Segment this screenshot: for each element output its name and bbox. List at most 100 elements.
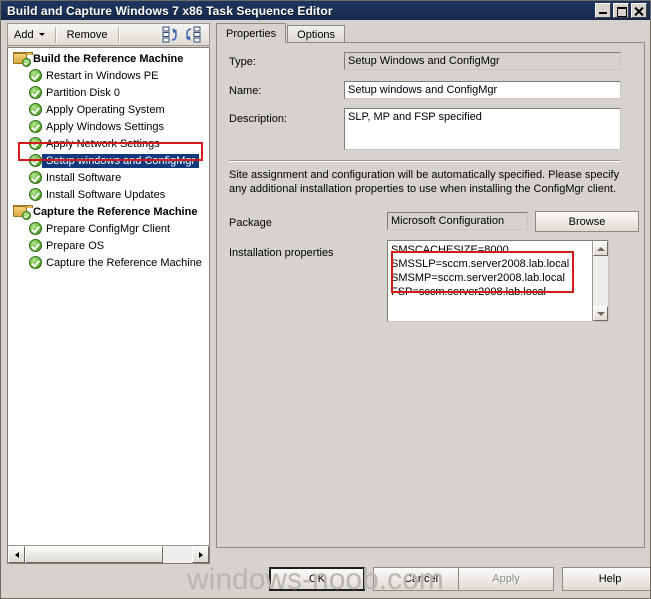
- scroll-left-icon[interactable]: [8, 546, 25, 563]
- install-props-value: SMSCACHESIZE=8000 SMSSLP=sccm.server2008…: [391, 244, 570, 298]
- tree-step-row[interactable]: Setup windows and ConfigMgr: [8, 152, 209, 169]
- toolbar-separator-1: [54, 26, 57, 43]
- browse-button-label: Browse: [568, 215, 606, 228]
- tree-step-row[interactable]: Apply Network Settings: [8, 135, 209, 152]
- install-props-textarea[interactable]: SMSCACHESIZE=8000 SMSSLP=sccm.server2008…: [387, 240, 609, 322]
- ok-button[interactable]: OK: [269, 567, 365, 591]
- task-sequence-tree[interactable]: Build the Reference Machine Restart in Wi…: [8, 50, 209, 545]
- tree-horizontal-scrollbar[interactable]: [8, 545, 209, 563]
- tree-step-row[interactable]: Prepare OS: [8, 237, 209, 254]
- close-icon[interactable]: [631, 3, 647, 18]
- green-check-icon: [29, 103, 42, 116]
- help-button-label: Help: [598, 573, 622, 585]
- section-divider: [229, 160, 621, 162]
- folder-icon: [13, 204, 33, 220]
- add-button[interactable]: Add: [8, 25, 51, 44]
- green-check-icon: [29, 69, 42, 82]
- browse-button[interactable]: Browse: [535, 211, 639, 232]
- description-label: Description:: [229, 113, 288, 125]
- tree-step-row[interactable]: Apply Windows Settings: [8, 118, 209, 135]
- tab-options[interactable]: Options: [287, 25, 346, 43]
- green-check-icon: [29, 188, 42, 201]
- move-down-icon[interactable]: [184, 26, 202, 43]
- tree-item-label: Capture the Reference Machine: [46, 256, 202, 269]
- tree-item-label: Prepare OS: [46, 239, 105, 252]
- remove-button-label: Remove: [66, 28, 108, 41]
- tree-item-label: Restart in Windows PE: [46, 69, 159, 82]
- green-check-icon: [29, 222, 42, 235]
- remove-button[interactable]: Remove: [61, 25, 114, 44]
- description-row: Description:: [229, 113, 287, 125]
- window-title: Build and Capture Windows 7 x86 Task Seq…: [7, 3, 333, 18]
- tree-step-row[interactable]: Install Software: [8, 169, 209, 186]
- tab-properties-label: Properties: [226, 27, 277, 40]
- toolbar-separator-2: [117, 26, 120, 43]
- package-row: Package: [229, 217, 272, 229]
- folder-icon: [13, 51, 33, 67]
- tree-item-label: Setup windows and ConfigMgr: [42, 153, 200, 168]
- title-bar: Build and Capture Windows 7 x86 Task Seq…: [1, 1, 650, 20]
- package-value-field: Microsoft Configuration: [387, 212, 528, 230]
- tree-item-label: Apply Windows Settings: [46, 120, 164, 133]
- properties-pane: Type: Setup Windows and ConfigMgr Name: …: [216, 42, 645, 548]
- maximize-icon[interactable]: [613, 3, 629, 18]
- cancel-button-label: Cancel: [403, 573, 439, 585]
- name-input[interactable]: Setup windows and ConfigMgr: [344, 81, 621, 99]
- install-props-row: Installation properties: [229, 247, 334, 259]
- install-props-vertical-scrollbar[interactable]: [592, 241, 608, 321]
- task-sequence-editor-window: Build and Capture Windows 7 x86 Task Seq…: [0, 0, 651, 599]
- scroll-down-icon[interactable]: [593, 306, 608, 321]
- tree-step-row[interactable]: Partition Disk 0: [8, 84, 209, 101]
- tab-options-label: Options: [297, 28, 336, 41]
- type-label: Type:: [229, 56, 256, 68]
- tree-step-row[interactable]: Restart in Windows PE: [8, 67, 209, 84]
- green-check-icon: [29, 239, 42, 252]
- tree-group-row[interactable]: Capture the Reference Machine: [8, 203, 209, 220]
- toolbar: Add Remove: [7, 23, 210, 46]
- tree-item-label: Capture the Reference Machine: [33, 205, 198, 218]
- scroll-right-icon[interactable]: [192, 546, 209, 563]
- tree-step-row[interactable]: Apply Operating System: [8, 101, 209, 118]
- help-text: Site assignment and configuration will b…: [229, 169, 620, 195]
- apply-button: Apply: [458, 567, 554, 591]
- tree-group-row[interactable]: Build the Reference Machine: [8, 50, 209, 67]
- apply-button-label: Apply: [492, 573, 520, 585]
- green-check-icon: [29, 256, 42, 269]
- name-label: Name:: [229, 85, 262, 97]
- tree-step-row[interactable]: Prepare ConfigMgr Client: [8, 220, 209, 237]
- green-check-icon: [29, 171, 42, 184]
- name-row: Name:: [229, 85, 261, 97]
- tree-step-row[interactable]: Install Software Updates: [8, 186, 209, 203]
- tree-item-label: Partition Disk 0: [46, 86, 120, 99]
- tree-scroll-thumb[interactable]: [25, 546, 163, 563]
- tree-item-label: Install Software: [46, 171, 122, 184]
- chevron-down-icon: [38, 33, 45, 36]
- tree-item-label: Install Software Updates: [46, 188, 166, 201]
- toolbar-icon-group: [162, 26, 209, 43]
- tab-strip: Properties Options: [216, 23, 645, 43]
- install-props-label: Installation properties: [229, 247, 334, 259]
- tree-item-label: Prepare ConfigMgr Client: [46, 222, 171, 235]
- tree-item-label: Apply Network Settings: [46, 137, 160, 150]
- tree-item-label: Apply Operating System: [46, 103, 165, 116]
- description-input[interactable]: SLP, MP and FSP specified: [344, 108, 621, 150]
- package-label: Package: [229, 217, 272, 229]
- scroll-up-icon[interactable]: [593, 241, 608, 256]
- tree-item-label: Build the Reference Machine: [33, 52, 184, 65]
- cancel-button[interactable]: Cancel: [373, 567, 469, 591]
- move-up-icon[interactable]: [162, 26, 180, 43]
- add-button-label: Add: [14, 28, 34, 41]
- type-row: Type:: [229, 56, 256, 68]
- type-value-field: Setup Windows and ConfigMgr: [344, 52, 621, 70]
- tree-step-row[interactable]: Capture the Reference Machine: [8, 254, 209, 271]
- window-controls: [595, 3, 647, 18]
- green-check-icon: [29, 137, 42, 150]
- green-check-icon: [29, 86, 42, 99]
- help-button[interactable]: Help: [562, 567, 650, 591]
- green-check-icon: [29, 154, 42, 167]
- ok-button-label: OK: [309, 573, 325, 585]
- tree-scroll-track[interactable]: [25, 546, 192, 563]
- tab-properties[interactable]: Properties: [216, 23, 287, 43]
- minimize-icon[interactable]: [595, 3, 611, 18]
- task-sequence-tree-panel[interactable]: Build the Reference Machine Restart in Wi…: [7, 47, 210, 564]
